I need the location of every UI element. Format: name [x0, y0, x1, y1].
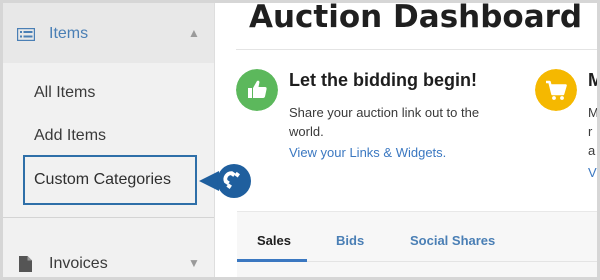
sidebar: Items ▲ All Items Add Items Custom Categ… [3, 3, 215, 277]
card-text-line: r [588, 124, 593, 139]
page-title: Auction Dashboard [249, 0, 583, 35]
sidebar-item-all-items[interactable]: All Items [34, 84, 95, 102]
card-text-line: world. [289, 124, 324, 139]
document-icon [19, 256, 32, 272]
sidebar-section-label: Invoices [49, 255, 108, 272]
sidebar-section-invoices[interactable]: Invoices ▼ [3, 243, 214, 277]
links-widgets-link[interactable]: View your Links & Widgets. [289, 145, 446, 160]
tab-social-shares[interactable]: Social Shares [410, 233, 495, 248]
sidebar-section-items[interactable]: Items ▲ [3, 3, 214, 63]
header-divider [236, 49, 597, 50]
chevron-down-icon: ▼ [188, 256, 200, 270]
cart-icon [535, 69, 577, 111]
sidebar-divider [3, 217, 214, 218]
list-icon [17, 28, 35, 41]
card-text-line: Share your auction link out to the [289, 105, 480, 120]
card-text-line: a [588, 143, 596, 158]
sidebar-section-label: Items [49, 25, 89, 42]
card-text-line: M [588, 105, 599, 120]
app-frame: Items ▲ All Items Add Items Custom Categ… [0, 0, 600, 280]
tab-bar: Sales Bids Social Shares [237, 211, 597, 277]
tab-sales[interactable]: Sales [257, 233, 291, 248]
sidebar-item-add-items[interactable]: Add Items [34, 127, 106, 145]
tab-bids[interactable]: Bids [336, 233, 364, 248]
card-link[interactable]: Vi [588, 165, 597, 180]
chevron-up-icon: ▲ [188, 26, 200, 40]
active-tab-indicator [237, 259, 307, 262]
card-title: M [588, 70, 597, 91]
sidebar-item-custom-categories[interactable]: Custom Categories [23, 155, 197, 205]
sidebar-item-label: Custom Categories [34, 171, 171, 188]
card-title: Let the bidding begin! [289, 70, 477, 90]
thumbs-up-icon [236, 69, 278, 111]
magnet-icon [199, 164, 251, 198]
